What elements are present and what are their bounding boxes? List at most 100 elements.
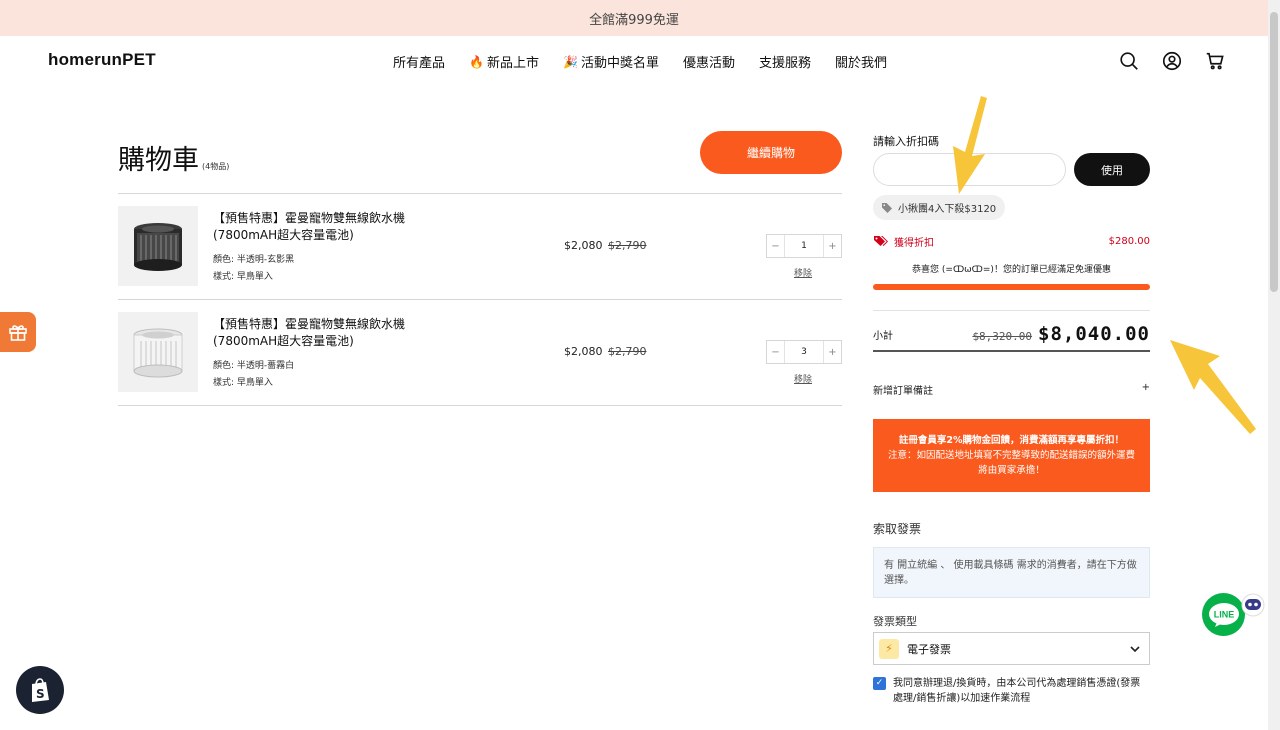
annotation-arrow-left <box>1170 340 1256 434</box>
decrease-qty-button[interactable]: − <box>767 341 784 363</box>
apply-coupon-button[interactable]: 使用 <box>1074 153 1150 186</box>
nav-new-arrivals[interactable]: 🔥 新品上市 <box>469 52 539 72</box>
nav-label: 優惠活動 <box>682 56 735 71</box>
svg-text:S: S <box>36 687 45 701</box>
cart-item-count: (4物品) <box>202 162 230 171</box>
item-price: $2,080 $2,790 <box>564 239 647 252</box>
order-note-label: 新增訂單備註 <box>873 386 933 397</box>
increase-qty-button[interactable]: + <box>824 341 841 363</box>
promo-line: 注意：如因配送地址填寫不完整導致的配送錯誤的額外運費將由買家承擔！ <box>887 450 1135 476</box>
nav-support[interactable]: 支援服務 <box>759 52 811 71</box>
remove-item-link[interactable]: 移除 <box>794 372 812 385</box>
ai-chat-button[interactable] <box>1239 592 1267 618</box>
page-title: 購物車 (4物品) <box>118 138 229 177</box>
decrease-qty-button[interactable]: − <box>767 235 784 257</box>
agree-checkbox[interactable]: ✓ <box>873 677 886 690</box>
chevron-down-icon <box>1130 645 1140 652</box>
header-icons <box>1118 50 1226 72</box>
invoice-type-select[interactable]: ⚡ 電子發票 <box>873 632 1150 665</box>
product-name-line: 【預售特惠】霍曼寵物雙無線飲水機 <box>213 211 406 225</box>
account-icon[interactable] <box>1161 50 1183 72</box>
discount-label-group: 獲得折扣 <box>873 234 934 249</box>
nav-label: 關於我們 <box>834 56 887 71</box>
item-price: $2,080 $2,790 <box>564 345 647 358</box>
product-name[interactable]: 【預售特惠】霍曼寵物雙無線飲水機 (7800mAH超大容量電池) <box>213 210 443 244</box>
free-shipping-progress <box>873 284 1150 290</box>
product-name-line: 【預售特惠】霍曼寵物雙無線飲水機 <box>213 317 406 331</box>
quantity-input[interactable]: 3 <box>784 341 824 363</box>
chat-bot-icon <box>1241 593 1265 617</box>
subtotal-original: $8,320.00 <box>972 330 1033 343</box>
product-style: 樣式: 早鳥單入 <box>213 378 273 388</box>
free-shipping-message: 恭喜您 (=ↀωↀ=)！您的訂單已經滿足免運優惠 <box>912 265 1111 275</box>
subtotal-label: 小計 <box>873 330 893 342</box>
original-price: $2,790 <box>608 345 647 358</box>
gift-icon <box>9 325 27 341</box>
invoice-type-value: 電子發票 <box>907 642 951 656</box>
subtotal-total: $8,040.00 <box>1038 323 1150 345</box>
line-label: LINE <box>1213 609 1234 619</box>
search-icon[interactable] <box>1118 50 1140 72</box>
agree-text: 我同意辦理退/換貨時，由本公司代為處理銷售憑證(發票處理/銷售折讓)以加速作業流… <box>893 678 1141 704</box>
nav-label: 活動中獎名單 <box>580 56 659 71</box>
original-price: $2,790 <box>608 239 647 252</box>
product-image[interactable] <box>118 206 198 286</box>
discount-row: 獲得折扣 $280.00 <box>873 234 1150 249</box>
quantity-input[interactable]: 1 <box>784 235 824 257</box>
plus-icon: + <box>1141 382 1150 393</box>
discount-label: 獲得折扣 <box>894 238 934 249</box>
divider <box>873 310 1150 311</box>
site-header: homerunPET 所有產品 🔥 新品上市 🎉 活動中獎名單 優惠活動 支援服務 … <box>0 36 1268 86</box>
invoice-type-label: 發票類型 <box>873 615 917 628</box>
progress-fill <box>873 284 1150 290</box>
product-name-line: (7800mAH超大容量電池) <box>213 228 354 242</box>
nav-promotions[interactable]: 優惠活動 <box>683 52 735 71</box>
nav-label: 新品上市 <box>486 56 539 71</box>
nav-about[interactable]: 關於我們 <box>835 52 887 71</box>
cart-item: 【預售特惠】霍曼寵物雙無線飲水機 (7800mAH超大容量電池) 顏色: 半透明… <box>118 300 842 406</box>
nav-label: 支援服務 <box>758 56 811 71</box>
lightning-icon: ⚡ <box>879 638 899 659</box>
product-name[interactable]: 【預售特惠】霍曼寵物雙無線飲水機 (7800mAH超大容量電池) <box>213 316 443 350</box>
main-nav: 所有產品 🔥 新品上市 🎉 活動中獎名單 優惠活動 支援服務 關於我們 <box>393 52 911 72</box>
fire-icon: 🔥 <box>469 54 484 69</box>
quantity-stepper: − 3 + <box>766 340 842 364</box>
invoice-title: 索取發票 <box>873 522 922 536</box>
cart-title-text: 購物車 <box>118 145 199 176</box>
continue-shopping-button[interactable]: 繼續購物 <box>700 131 842 174</box>
scrollbar-thumb[interactable] <box>1270 12 1278 292</box>
divider <box>118 405 842 406</box>
fountain-white-image <box>133 328 183 378</box>
sale-price: $2,080 <box>564 239 603 252</box>
increase-qty-button[interactable]: + <box>824 235 841 257</box>
product-color: 顏色: 半透明-玄影黑 <box>213 255 295 265</box>
cart-item: 【預售特惠】霍曼寵物雙無線飲水機 (7800mAH超大容量電池) 顏色: 半透明… <box>118 194 842 300</box>
announcement-text: 全館滿999免運 <box>589 12 679 28</box>
cart-icon[interactable] <box>1204 50 1226 72</box>
coupon-tag[interactable]: 小揪團4入下殺$3120 <box>873 195 1006 220</box>
nav-all-products[interactable]: 所有產品 <box>393 52 445 71</box>
subtotal-row: 小計 $8,320.00 $8,040.00 <box>873 318 1150 352</box>
nav-label: 所有產品 <box>393 56 446 71</box>
coupon-label: 請輸入折扣碼 <box>873 135 939 148</box>
gift-tab-button[interactable] <box>0 312 36 352</box>
product-image[interactable] <box>118 312 198 392</box>
site-logo[interactable]: homerunPET <box>48 50 156 70</box>
discount-tags-icon <box>874 236 888 246</box>
party-popper-icon: 🎉 <box>562 54 578 69</box>
remove-item-link[interactable]: 移除 <box>794 266 812 279</box>
product-style: 樣式: 早鳥單入 <box>213 272 273 282</box>
page-scrollbar[interactable] <box>1268 0 1280 730</box>
promo-banner: 註冊會員享2%購物金回饋，消費滿額再享專屬折扣！ 注意：如因配送地址填寫不完整導… <box>873 419 1150 492</box>
line-icon: LINE <box>1208 602 1239 627</box>
discount-value: $280.00 <box>1108 236 1150 247</box>
product-color: 顏色: 半透明-薔霧白 <box>213 361 295 371</box>
order-note-toggle[interactable]: 新增訂單備註 + <box>873 382 1150 397</box>
invoice-info-box: 有 開立統編 、 使用載具條碼 需求的消費者，請在下方做選擇。 <box>873 547 1150 598</box>
agree-checkbox-row: ✓ 我同意辦理退/換貨時，由本公司代為處理銷售憑證(發票處理/銷售折讓)以加速作… <box>873 676 1150 706</box>
announcement-bar: 全館滿999免運 <box>0 0 1268 36</box>
fountain-black-image <box>134 223 182 271</box>
nav-winners[interactable]: 🎉 活動中獎名單 <box>562 52 659 72</box>
sale-price: $2,080 <box>564 345 603 358</box>
shopify-inbox-button[interactable]: S <box>16 666 64 714</box>
